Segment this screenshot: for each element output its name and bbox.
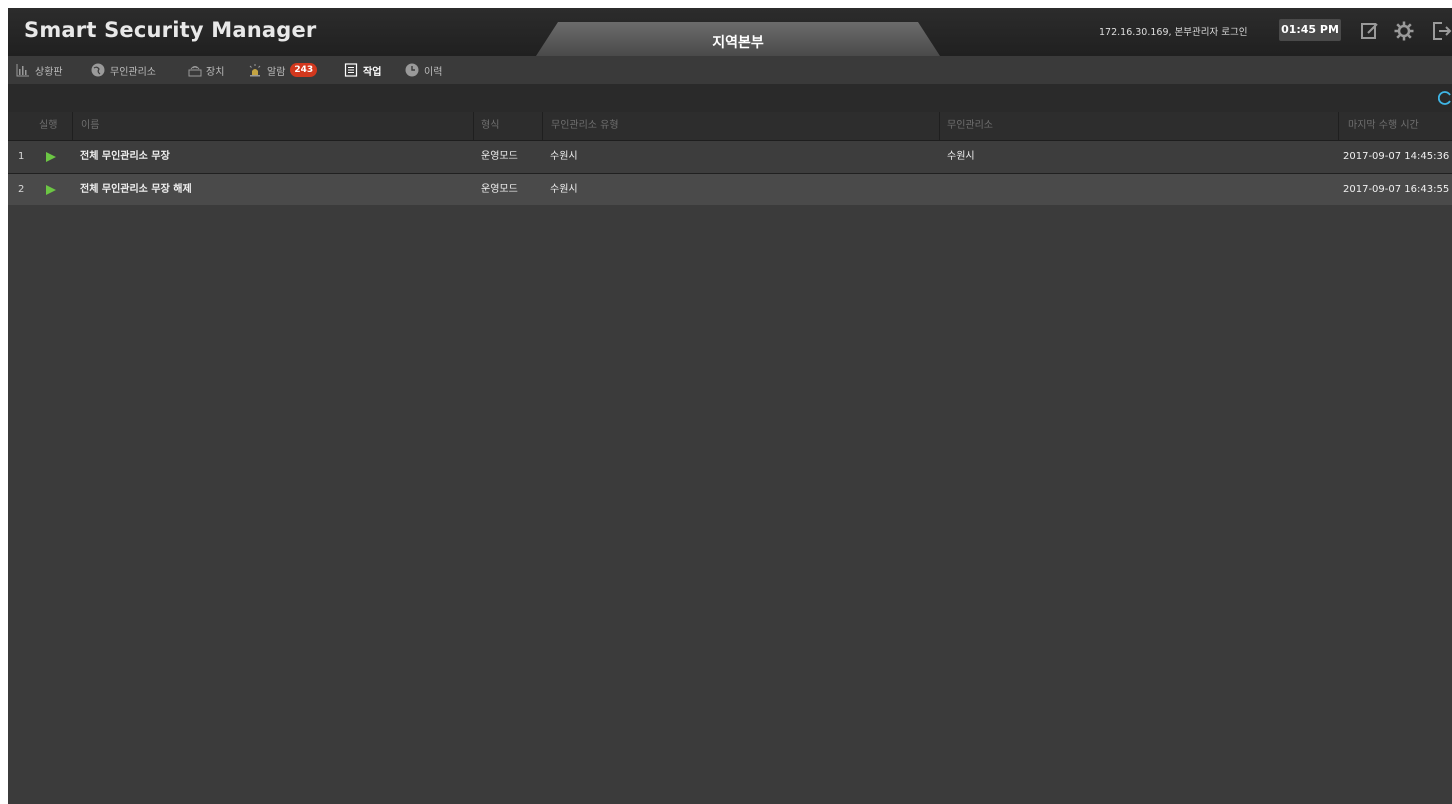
bar-chart-icon: [16, 63, 30, 77]
alarm-count-badge: 243: [290, 63, 318, 77]
region-tab-label: 지역본부: [712, 35, 764, 51]
siren-icon: [248, 63, 262, 77]
column-header-type[interactable]: 형식: [481, 112, 499, 140]
toolbar-strip: [8, 84, 1452, 112]
nav-label-sites: 무인관리소: [110, 66, 156, 78]
site-name: 수원시: [947, 151, 975, 162]
table-header: 실행 이름 형식 무인관리소 유형 무인관리소 마지막 수행 시간: [8, 112, 1452, 141]
nav-label-history: 이력: [424, 66, 443, 78]
task-type: 운영모드: [481, 151, 518, 162]
column-header-name[interactable]: 이름: [81, 112, 99, 140]
site-type: 수원시: [550, 151, 578, 162]
document-icon: [344, 63, 358, 77]
nav-label-dashboard: 상황판: [35, 66, 63, 78]
task-name: 전체 무인관리소 무장: [80, 151, 170, 162]
column-divider: [473, 112, 474, 140]
region-tab[interactable]: 지역본부: [536, 22, 940, 56]
nav-label-alarm: 알람: [267, 66, 286, 78]
login-info: 172.16.30.169, 본부관리자 로그인: [1099, 27, 1248, 38]
logout-icon[interactable]: [1430, 20, 1452, 42]
nav-item-tasks[interactable]: 작업: [344, 56, 381, 84]
app-window: Smart Security Manager 지역본부 172.16.30.16…: [8, 8, 1452, 804]
row-number: 2: [18, 184, 25, 195]
nav-item-history[interactable]: 이력: [405, 56, 442, 84]
refresh-icon[interactable]: [1437, 90, 1452, 105]
app-title: Smart Security Manager: [24, 18, 317, 42]
last-run-time: 2017-09-07 14:45:36: [1343, 151, 1450, 162]
gear-icon[interactable]: [1393, 20, 1415, 42]
column-header-site-type[interactable]: 무인관리소 유형: [551, 112, 619, 140]
nav-label-tasks: 작업: [363, 66, 382, 78]
site-type: 수원시: [550, 184, 578, 195]
device-icon: [187, 63, 202, 77]
task-name: 전체 무인관리소 무장 해제: [80, 184, 192, 195]
table-row[interactable]: 2 전체 무인관리소 무장 해제 운영모드 수원시 2017-09-07 16:…: [8, 174, 1452, 207]
column-header-run[interactable]: 실행: [39, 112, 57, 140]
table-row[interactable]: 1 전체 무인관리소 무장 운영모드 수원시 수원시 2017-09-07 14…: [8, 141, 1452, 174]
header-bar: Smart Security Manager 지역본부 172.16.30.16…: [8, 8, 1452, 56]
task-type: 운영모드: [481, 184, 518, 195]
clock: 01:45 PM: [1279, 19, 1341, 41]
globe-icon: [91, 63, 105, 77]
column-divider: [542, 112, 543, 140]
task-table: 실행 이름 형식 무인관리소 유형 무인관리소 마지막 수행 시간 1 전체 무…: [8, 112, 1452, 207]
column-divider: [1338, 112, 1339, 140]
row-number: 1: [18, 151, 25, 162]
play-icon[interactable]: [46, 152, 56, 162]
nav-item-alarm[interactable]: 알람 243: [248, 56, 318, 84]
clock-icon: [405, 63, 419, 77]
column-divider: [72, 112, 73, 140]
table-empty-area: [8, 205, 1452, 804]
column-header-last-run[interactable]: 마지막 수행 시간: [1348, 112, 1419, 140]
nav-item-sites[interactable]: 무인관리소: [91, 56, 156, 84]
last-run-time: 2017-09-07 16:43:55: [1343, 184, 1450, 195]
nav-item-dashboard[interactable]: 상황판: [16, 56, 63, 84]
column-divider: [939, 112, 940, 140]
edit-icon[interactable]: [1359, 20, 1381, 42]
main-nav: 상황판 무인관리소 장치 알람 243 작업 이력: [8, 56, 1452, 84]
column-header-site[interactable]: 무인관리소: [947, 112, 993, 140]
play-icon[interactable]: [46, 185, 56, 195]
nav-label-devices: 장치: [206, 66, 225, 78]
nav-item-devices[interactable]: 장치: [187, 56, 224, 84]
